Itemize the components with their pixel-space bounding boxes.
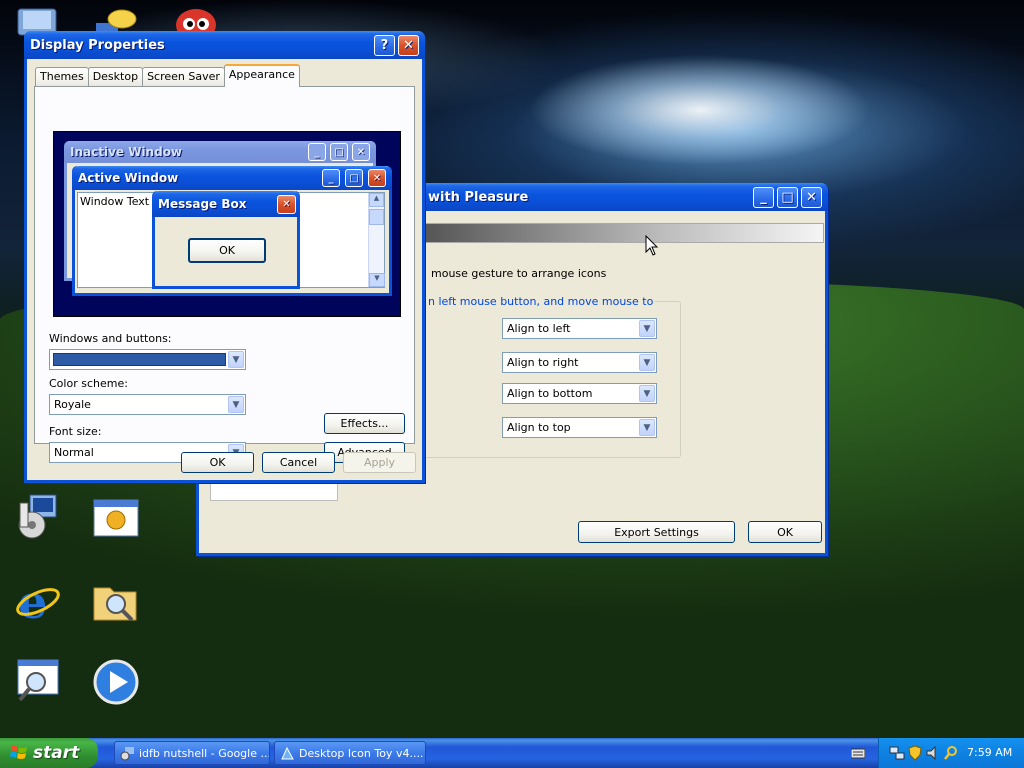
network-icon[interactable] <box>889 745 905 761</box>
preview-active-titlebar: Active Window _ □ ✕ <box>72 166 392 190</box>
display-properties-titlebar[interactable]: Display Properties ? ✕ <box>24 31 425 59</box>
close-button[interactable]: ✕ <box>801 187 822 208</box>
window-title: with Pleasure <box>428 189 529 205</box>
preview-scrollbar: ▲ ▼ <box>368 193 385 287</box>
scroll-thumb <box>369 209 384 225</box>
style-swatch <box>53 353 226 366</box>
help-icon: ? <box>380 38 389 53</box>
close-icon: ✕ <box>352 143 370 161</box>
tab-desktop[interactable]: Desktop <box>87 67 144 87</box>
windows-buttons-label: Windows and buttons: <box>49 332 172 345</box>
group-caption: n left mouse button, and move mouse to <box>426 295 656 308</box>
preview-message-titlebar: Message Box ✕ <box>152 191 300 217</box>
select-value: Align to right <box>507 356 579 369</box>
gesture-text: mouse gesture to arrange icons <box>431 267 607 280</box>
start-label: start <box>33 743 80 763</box>
select-value: Royale <box>54 398 91 411</box>
preview-message-box: Message Box ✕ OK <box>152 191 300 289</box>
close-icon: ✕ <box>277 195 296 214</box>
media-player-icon[interactable] <box>92 658 140 706</box>
task-label: Desktop Icon Toy v4.... <box>299 746 424 760</box>
windows-buttons-select[interactable]: ▼ <box>49 349 246 370</box>
maximize-icon: □ <box>781 190 794 205</box>
minimize-icon: _ <box>308 143 326 161</box>
task-idfb-nutshell[interactable]: idfb nutshell - Google ... <box>114 741 270 765</box>
gradient-bar <box>424 223 824 243</box>
scheduled-tasks-icon[interactable] <box>92 496 140 544</box>
internet-explorer-icon[interactable]: e <box>14 575 62 629</box>
cancel-button[interactable]: Cancel <box>262 452 335 473</box>
preview-message-title: Message Box <box>158 197 247 211</box>
align-left-select[interactable]: Align to left ▼ <box>502 318 657 339</box>
maximize-icon: □ <box>330 143 348 161</box>
appearance-panel: Inactive Window _ □ ✕ Active Window _ □ … <box>34 86 415 463</box>
volume-icon[interactable] <box>925 745 941 761</box>
select-value: Align to left <box>507 322 571 335</box>
tab-themes[interactable]: Themes <box>35 67 89 87</box>
windows-logo-icon <box>10 745 27 759</box>
system-tray: 7:59 AM <box>878 738 1024 768</box>
maximize-icon: □ <box>345 169 363 187</box>
tab-strip: Themes Desktop Screen Saver Appearance <box>35 64 300 87</box>
chevron-down-icon: ▼ <box>639 354 655 371</box>
scroll-down-icon: ▼ <box>369 273 385 287</box>
close-icon: ✕ <box>368 169 386 187</box>
security-shield-icon[interactable] <box>907 745 923 761</box>
tab-appearance[interactable]: Appearance <box>223 64 300 87</box>
icon-toy-ok-button[interactable]: OK <box>748 521 822 543</box>
messenger-icon[interactable] <box>92 0 140 39</box>
ok-button[interactable]: OK <box>181 452 254 473</box>
display-properties-window: Display Properties ? ✕ Themes Desktop Sc… <box>24 31 425 483</box>
search-folder-icon[interactable] <box>92 578 140 626</box>
apply-button[interactable]: Apply <box>343 452 416 473</box>
search-window-icon[interactable] <box>14 658 62 706</box>
preview-active-title: Active Window <box>78 171 179 185</box>
clock[interactable]: 7:59 AM <box>967 746 1012 759</box>
chevron-down-icon: ▼ <box>228 351 244 368</box>
color-scheme-label: Color scheme: <box>49 377 128 390</box>
setup-program-icon <box>120 747 134 761</box>
align-right-select[interactable]: Align to right ▼ <box>502 352 657 373</box>
start-button[interactable]: start <box>0 738 98 768</box>
chevron-down-icon: ▼ <box>639 419 655 436</box>
close-icon: ✕ <box>806 190 817 205</box>
buddy-icon[interactable] <box>172 0 220 41</box>
preview-ok-button: OK <box>188 238 266 263</box>
align-top-select[interactable]: Align to top ▼ <box>502 417 657 438</box>
chevron-down-icon: ▼ <box>228 396 244 413</box>
icon-toy-icon <box>281 746 294 760</box>
chevron-down-icon: ▼ <box>639 385 655 402</box>
font-size-label: Font size: <box>49 425 102 438</box>
appearance-preview: Inactive Window _ □ ✕ Active Window _ □ … <box>53 131 401 317</box>
search-icon[interactable] <box>943 745 959 761</box>
preview-inactive-titlebar: Inactive Window _ □ ✕ <box>64 141 376 163</box>
preview-window-text: Window Text <box>80 195 150 208</box>
minimize-button[interactable]: _ <box>753 187 774 208</box>
preview-inactive-title: Inactive Window <box>70 145 183 159</box>
window-title: Display Properties <box>30 37 165 53</box>
minimize-icon: _ <box>760 190 767 205</box>
select-value: Normal <box>54 446 94 459</box>
taskbar: start idfb nutshell - Google ... Desktop… <box>0 738 1024 768</box>
my-computer-icon[interactable] <box>14 0 62 36</box>
task-label: idfb nutshell - Google ... <box>139 746 270 760</box>
mouse-cursor-icon <box>645 235 659 256</box>
close-button[interactable]: ✕ <box>398 35 419 56</box>
select-value: Align to top <box>507 421 571 434</box>
align-bottom-select[interactable]: Align to bottom ▼ <box>502 383 657 404</box>
setup-program-icon[interactable] <box>14 493 62 541</box>
export-settings-button[interactable]: Export Settings <box>578 521 735 543</box>
task-desktop-icon-toy[interactable]: Desktop Icon Toy v4.... <box>274 741 426 765</box>
keyboard-icon[interactable] <box>851 746 865 760</box>
tab-screen-saver[interactable]: Screen Saver <box>142 67 225 87</box>
close-icon: ✕ <box>403 38 414 53</box>
maximize-button[interactable]: □ <box>777 187 798 208</box>
select-value: Align to bottom <box>507 387 593 400</box>
minimize-icon: _ <box>322 169 340 187</box>
chevron-down-icon: ▼ <box>639 320 655 337</box>
scroll-up-icon: ▲ <box>369 193 384 207</box>
help-button[interactable]: ? <box>374 35 395 56</box>
color-scheme-select[interactable]: Royale ▼ <box>49 394 246 415</box>
effects-button[interactable]: Effects... <box>324 413 405 434</box>
